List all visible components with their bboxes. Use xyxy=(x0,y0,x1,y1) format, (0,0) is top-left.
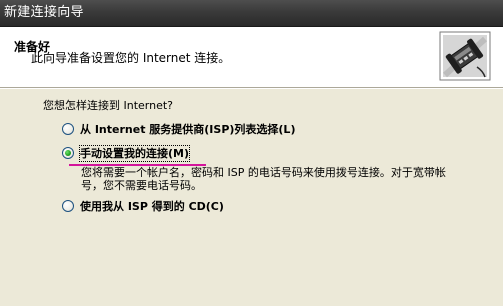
isp-cd-radio[interactable] xyxy=(62,200,74,212)
window-title: 新建连接向导 xyxy=(4,5,84,20)
isp-list-label[interactable]: 从 Internet 服务提供商(ISP)列表选择(L) xyxy=(80,122,295,137)
header-subtitle: 此向导准备设置您的 Internet 连接。 xyxy=(31,51,231,65)
connection-question: 您想怎样连接到 Internet? xyxy=(43,99,174,112)
isp-list-radio[interactable] xyxy=(62,123,74,135)
title-bar[interactable]: 新建连接向导 xyxy=(0,0,503,27)
manual-setup-radio[interactable] xyxy=(62,147,74,159)
manual-setup-label[interactable]: 手动设置我的连接(M) xyxy=(78,145,191,162)
manual-setup-description: 您将需要一个帐户名，密码和 ISP 的电话号码来使用拨号连接。对于宽带帐号，您不… xyxy=(81,166,446,192)
wizard-header: 准备好 此向导准备设置您的 Internet 连接。 xyxy=(0,27,503,87)
isp-cd-label[interactable]: 使用我从 ISP 得到的 CD(C) xyxy=(80,199,224,214)
phone-modem-icon xyxy=(439,31,491,81)
new-connection-wizard-window: 新建连接向导 准备好 此向导准备设置您的 Internet 连接。 您想怎样连接… xyxy=(0,0,503,306)
wizard-content: 您想怎样连接到 Internet? 从 Internet 服务提供商(ISP)列… xyxy=(0,89,503,306)
